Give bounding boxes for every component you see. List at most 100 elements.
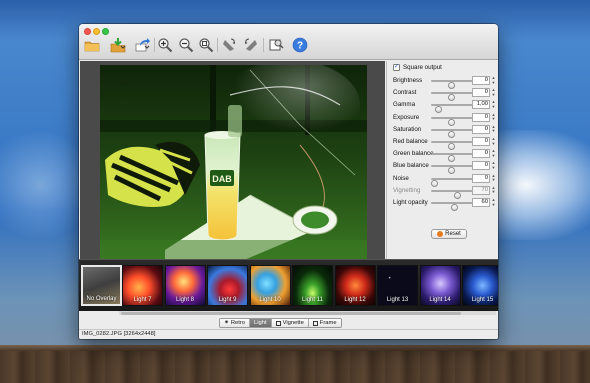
help-icon[interactable]: ? <box>291 37 309 53</box>
stepper-arrows-icon[interactable]: ▲ ▼ <box>491 173 496 183</box>
tab-vignette[interactable]: Vignette <box>271 319 309 327</box>
slider-knob[interactable] <box>450 204 458 211</box>
zoom-out-icon[interactable] <box>177 37 195 53</box>
filmstrip-item-label: Light 13 <box>386 297 409 303</box>
filmstrip-item-light-8[interactable]: Light 8 <box>164 265 206 306</box>
filmstrip-item-label: Light 9 <box>218 297 237 303</box>
close-window-button[interactable] <box>84 28 91 35</box>
adjustments-panel: ✓ Square output Brightness 0 ▲ ▼ Contrast 0 ▲ ▼… <box>386 61 498 283</box>
saturation-value-field[interactable]: 0 <box>472 124 490 134</box>
filmstrip-item-label: Light 10 <box>259 297 281 303</box>
square-output-label: Square output <box>403 64 442 71</box>
status-filename: IMG_0282.JPG [3264x2448] <box>82 331 156 337</box>
reset-icon <box>437 231 444 237</box>
adjustment-label: Vignetting <box>393 186 421 194</box>
adjustment-label: Saturation <box>393 125 422 133</box>
adjustment-label: Gamma <box>393 101 416 109</box>
tab-label: Vignette <box>282 320 304 326</box>
toolbar-separator <box>217 38 218 52</box>
filmstrip-item-light-9[interactable]: Light 9 <box>207 265 248 306</box>
zoom-in-icon[interactable] <box>156 37 174 53</box>
svg-text:?: ? <box>297 41 303 52</box>
tab-label: Frame <box>319 320 337 326</box>
tab-retro[interactable]: ⁕ Retro <box>220 319 251 327</box>
stepper-arrows-icon[interactable]: ▲ ▼ <box>491 148 496 158</box>
blue-balance-value-field[interactable]: 0 <box>472 161 490 171</box>
adjustment-label: Light opacity <box>393 199 428 206</box>
adjustment-label: Exposure <box>393 113 420 121</box>
red-balance-value-field[interactable]: 0 <box>472 137 490 146</box>
minimize-window-button[interactable] <box>93 28 100 35</box>
overlay-filmstrip: No Overlay Light 7 Light 8 Light 9 Light 10 L… <box>79 259 498 311</box>
rotate-right-icon[interactable] <box>242 37 260 53</box>
filmstrip-item-light-13[interactable]: Light 13 <box>377 265 418 306</box>
filmstrip-item-light-11[interactable]: Light 11 <box>292 265 333 306</box>
adjustment-label: Green balance <box>393 150 434 158</box>
filmstrip-item-light-12[interactable]: Light 12 <box>334 265 376 306</box>
window-titlebar: ? <box>79 24 498 60</box>
zoom-fit-icon[interactable] <box>197 37 215 53</box>
adjustment-row-red-balance: Red balance 0 ▲ ▼ <box>393 136 497 150</box>
noise-value-field[interactable]: 0 <box>472 173 490 183</box>
filmstrip-item-light-7[interactable]: Light 7 <box>122 265 163 306</box>
filmstrip-scrollbar[interactable] <box>119 311 496 315</box>
filmstrip-item-label: No Overlay <box>86 296 117 302</box>
stepper-arrows-icon[interactable]: ▲ ▼ <box>491 136 496 146</box>
maximize-window-button[interactable] <box>102 28 109 35</box>
filmstrip-scroll-thumb[interactable] <box>121 311 461 315</box>
toolbar-separator <box>263 38 264 52</box>
adjustment-row-blue-balance: Blue balance 0 ▲ ▼ <box>393 160 497 175</box>
stepper-arrows-icon[interactable]: ▲ ▼ <box>491 161 496 170</box>
gamma-value-field[interactable]: 1,00 <box>472 100 490 110</box>
stepper-arrows-icon[interactable]: ▲ ▼ <box>491 185 496 195</box>
filmstrip-item-light-10[interactable]: Light 10 <box>249 265 291 306</box>
app-window: ? DAB ✓ Square output Brightness 0 ▲ ▼ C… <box>79 24 498 339</box>
stepper-arrows-icon[interactable]: ▲ ▼ <box>491 87 496 97</box>
reset-button[interactable]: Reset <box>431 229 467 239</box>
tab-frame[interactable]: Frame <box>308 319 341 327</box>
filmstrip-item-label: Light 12 <box>344 297 366 303</box>
stepper-arrows-icon[interactable]: ▲ ▼ <box>491 197 496 207</box>
chevron-down-icon[interactable] <box>119 37 127 53</box>
filmstrip-item-light-14[interactable]: Light 14 <box>419 265 461 306</box>
chevron-down-icon[interactable] <box>143 37 151 53</box>
adjustment-row-vignetting: Vignetting 70 ▲ ▼ <box>393 185 497 199</box>
filmstrip-item-label: Light 8 <box>175 297 194 303</box>
tab-label: Retro <box>230 320 246 326</box>
vignette-icon <box>275 320 281 326</box>
toolbar-separator <box>154 38 155 52</box>
light-opacity-value-field[interactable]: 60 <box>472 198 490 207</box>
filmstrip-item-light-15[interactable]: Light 15 <box>462 265 498 306</box>
contrast-value-field[interactable]: 0 <box>472 88 490 98</box>
adjustment-row-contrast: Contrast 0 ▲ ▼ <box>393 87 497 102</box>
exposure-value-field[interactable]: 0 <box>472 112 490 122</box>
brightness-value-field[interactable]: 0 <box>472 76 490 85</box>
vignetting-value-field[interactable]: 70 <box>472 185 490 195</box>
reset-label: Reset <box>445 231 461 237</box>
adjustment-row-gamma: Gamma 1,00 ▲ ▼ <box>393 99 497 114</box>
mug-label: DAB <box>212 174 232 184</box>
filmstrip-item-label: Light 7 <box>133 297 152 303</box>
filmstrip-item-no-overlay[interactable]: No Overlay <box>81 265 122 306</box>
adjustment-row-exposure: Exposure 0 ▲ ▼ <box>393 112 497 126</box>
desktop-glow-left <box>0 130 80 240</box>
adjustment-label: Contrast <box>393 89 417 97</box>
rotate-left-icon[interactable] <box>220 37 238 53</box>
square-output-checkbox[interactable]: ✓ <box>393 64 400 71</box>
open-folder-icon[interactable] <box>83 37 101 53</box>
photo-preview[interactable]: DAB <box>100 65 367 266</box>
stepper-arrows-icon[interactable]: ▲ ▼ <box>491 75 496 85</box>
stepper-arrows-icon[interactable]: ▲ ▼ <box>491 124 496 134</box>
adjustment-label: Blue balance <box>393 162 429 170</box>
adjustment-row-noise: Noise 0 ▲ ▼ <box>393 173 497 187</box>
green-balance-value-field[interactable]: 0 <box>472 149 490 159</box>
filmstrip-item-label: Light 14 <box>429 297 451 303</box>
effect-tabs: ⁕ Retro Light Vignette Frame <box>219 318 342 328</box>
square-output-option[interactable]: ✓ Square output <box>393 64 442 71</box>
adjustment-row-green-balance: Green balance 0 ▲ ▼ <box>393 148 497 163</box>
stepper-arrows-icon[interactable]: ▲ ▼ <box>491 100 496 109</box>
filmstrip-item-label: Light 15 <box>471 297 494 303</box>
tab-light[interactable]: Light <box>250 319 272 327</box>
crop-icon[interactable] <box>267 37 285 53</box>
stepper-arrows-icon[interactable]: ▲ ▼ <box>491 112 496 122</box>
